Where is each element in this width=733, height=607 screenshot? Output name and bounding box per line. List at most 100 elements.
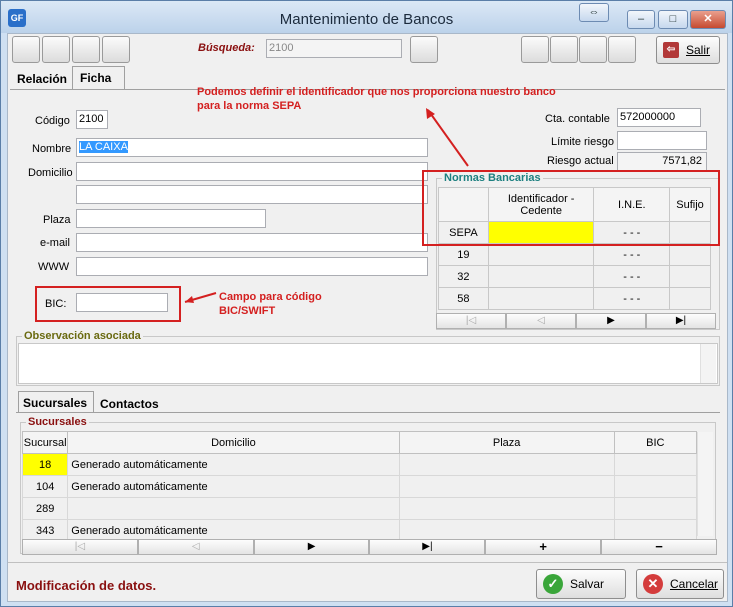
normas-id-cell[interactable] — [487, 265, 595, 288]
observacion-title: Observación asociada — [22, 330, 143, 342]
nombre-label: Nombre — [32, 143, 72, 155]
normas-id-cell[interactable] — [487, 287, 595, 310]
check-icon: ✓ — [543, 574, 563, 594]
sepa-highlight-box — [422, 170, 720, 246]
observacion-scrollbar[interactable] — [700, 344, 716, 383]
normas-ine-cell[interactable]: - - - — [593, 265, 671, 288]
maximize-button[interactable]: □ — [658, 10, 688, 29]
drag-handle-icon[interactable]: ⇔ — [579, 3, 609, 22]
cancel-label: Cancelar — [670, 577, 719, 591]
tab-ficha[interactable]: Ficha — [80, 71, 111, 85]
toolbar-button-2[interactable] — [42, 36, 70, 63]
sucursales-remove-button[interactable]: − — [601, 539, 717, 555]
cancel-button[interactable]: ✕ Cancelar — [636, 569, 724, 599]
sucursales-last-button[interactable]: ▶| — [369, 539, 486, 555]
table-row[interactable]: 289 — [21, 497, 698, 520]
normas-id-cell[interactable] — [487, 243, 595, 266]
sucursales-header-3: BIC — [613, 431, 698, 454]
bic-field[interactable] — [76, 293, 168, 312]
observacion-textarea[interactable] — [18, 343, 718, 384]
nombre-field[interactable]: LA CAIXA — [76, 138, 428, 157]
normas-row[interactable]: 32 - - - — [438, 265, 711, 288]
normas-norma: 32 — [438, 265, 489, 288]
lower-tab-divider — [16, 412, 720, 413]
toolbar-button-3[interactable] — [72, 36, 100, 63]
bic-cell[interactable] — [613, 475, 698, 498]
exit-label: Salir — [686, 43, 711, 57]
table-row[interactable]: 104 Generado automáticamente — [21, 475, 698, 498]
sucursales-add-button[interactable]: + — [485, 539, 602, 555]
sucursal-cell[interactable]: 289 — [21, 497, 69, 520]
codigo-field[interactable]: 2100 — [76, 110, 108, 129]
normas-row[interactable]: 19 - - - — [438, 243, 711, 266]
sucursales-first-button[interactable]: |◁ — [22, 539, 138, 555]
status-text: Modificación de datos. — [16, 578, 157, 593]
normas-norma: 19 — [438, 243, 489, 266]
domicilio-cell[interactable]: Generado automáticamente — [67, 475, 400, 498]
normas-ine-cell[interactable]: - - - — [593, 243, 671, 266]
toolbar-button-1[interactable] — [12, 36, 40, 63]
tab-relacion[interactable]: Relación — [17, 72, 67, 86]
normas-sufijo-cell[interactable] — [669, 265, 711, 288]
sucursales-scrollbar[interactable] — [697, 432, 713, 536]
plaza-cell[interactable] — [398, 497, 615, 520]
app-window: GF Mantenimiento de Bancos ⇔ – □ ✕ Búsqu… — [0, 0, 733, 607]
normas-norma: 58 — [438, 287, 489, 310]
domicilio-label: Domicilio — [28, 167, 73, 179]
table-row[interactable]: 18 Generado automáticamente — [21, 453, 698, 476]
domicilio-field-1[interactable] — [76, 162, 428, 181]
title-bar: GF Mantenimiento de Bancos ⇔ – □ ✕ — [1, 1, 732, 33]
sucursales-table: Sucursal Domicilio Plaza BIC 18 Generado… — [21, 431, 698, 542]
status-divider — [8, 562, 727, 563]
domicilio-cell[interactable]: Generado automáticamente — [67, 453, 400, 476]
bic-label: BIC: — [45, 298, 67, 310]
domicilio-cell[interactable] — [67, 497, 400, 520]
plaza-cell[interactable] — [398, 475, 615, 498]
normas-last-button[interactable]: ▶| — [646, 313, 716, 329]
sucursal-cell[interactable]: 104 — [21, 475, 69, 498]
normas-next-button[interactable]: ▶ — [576, 313, 646, 329]
plaza-field[interactable] — [76, 209, 266, 228]
tab-contactos[interactable]: Contactos — [100, 397, 159, 411]
plaza-label: Plaza — [43, 214, 71, 226]
toolbar-button-7[interactable] — [579, 36, 607, 63]
bic-cell[interactable] — [613, 497, 698, 520]
sucursales-navbar: |◁ ◁ ▶ ▶| + − — [22, 539, 717, 555]
plaza-cell[interactable] — [398, 453, 615, 476]
toolbar-button-6[interactable] — [550, 36, 578, 63]
sucursal-cell[interactable]: 18 — [21, 453, 69, 476]
email-field[interactable] — [76, 233, 428, 252]
sepa-annotation: Podemos definir el identificador que nos… — [197, 86, 556, 112]
window-title: Mantenimiento de Bancos — [279, 11, 454, 28]
www-field[interactable] — [76, 257, 428, 276]
save-label: Salvar — [570, 577, 605, 591]
codigo-label: Código — [35, 115, 70, 127]
limite-field[interactable] — [617, 131, 707, 150]
email-label: e-mail — [40, 237, 70, 249]
normas-row[interactable]: 58 - - - — [438, 287, 711, 310]
toolbar-button-8[interactable] — [608, 36, 636, 63]
normas-ine-cell[interactable]: - - - — [593, 287, 671, 310]
bic-arrow-icon — [184, 292, 217, 303]
normas-sufijo-cell[interactable] — [669, 243, 711, 266]
www-label: WWW — [38, 261, 70, 273]
search-input[interactable]: 2100 — [266, 39, 402, 58]
toolbar-button-5[interactable] — [521, 36, 549, 63]
bic-cell[interactable] — [613, 453, 698, 476]
minimize-button[interactable]: – — [627, 10, 655, 29]
save-button[interactable]: ✓ Salvar — [536, 569, 626, 599]
normas-sufijo-cell[interactable] — [669, 287, 711, 310]
sucursales-prev-button[interactable]: ◁ — [137, 539, 254, 555]
close-button[interactable]: ✕ — [690, 10, 726, 29]
riesgo-field: 7571,82 — [617, 152, 707, 171]
domicilio-field-2[interactable] — [76, 185, 428, 204]
sucursales-header-0: Sucursal — [21, 431, 69, 454]
cta-field[interactable]: 572000000 — [617, 108, 701, 127]
tab-sucursales[interactable]: Sucursales — [23, 396, 87, 410]
exit-button[interactable]: ⇦ Salir — [656, 36, 720, 64]
toolbar-button-4[interactable] — [102, 36, 130, 63]
sucursales-next-button[interactable]: ▶ — [253, 539, 370, 555]
normas-first-button[interactable]: |◁ — [436, 313, 506, 329]
normas-prev-button[interactable]: ◁ — [506, 313, 576, 329]
search-button[interactable] — [410, 36, 438, 63]
